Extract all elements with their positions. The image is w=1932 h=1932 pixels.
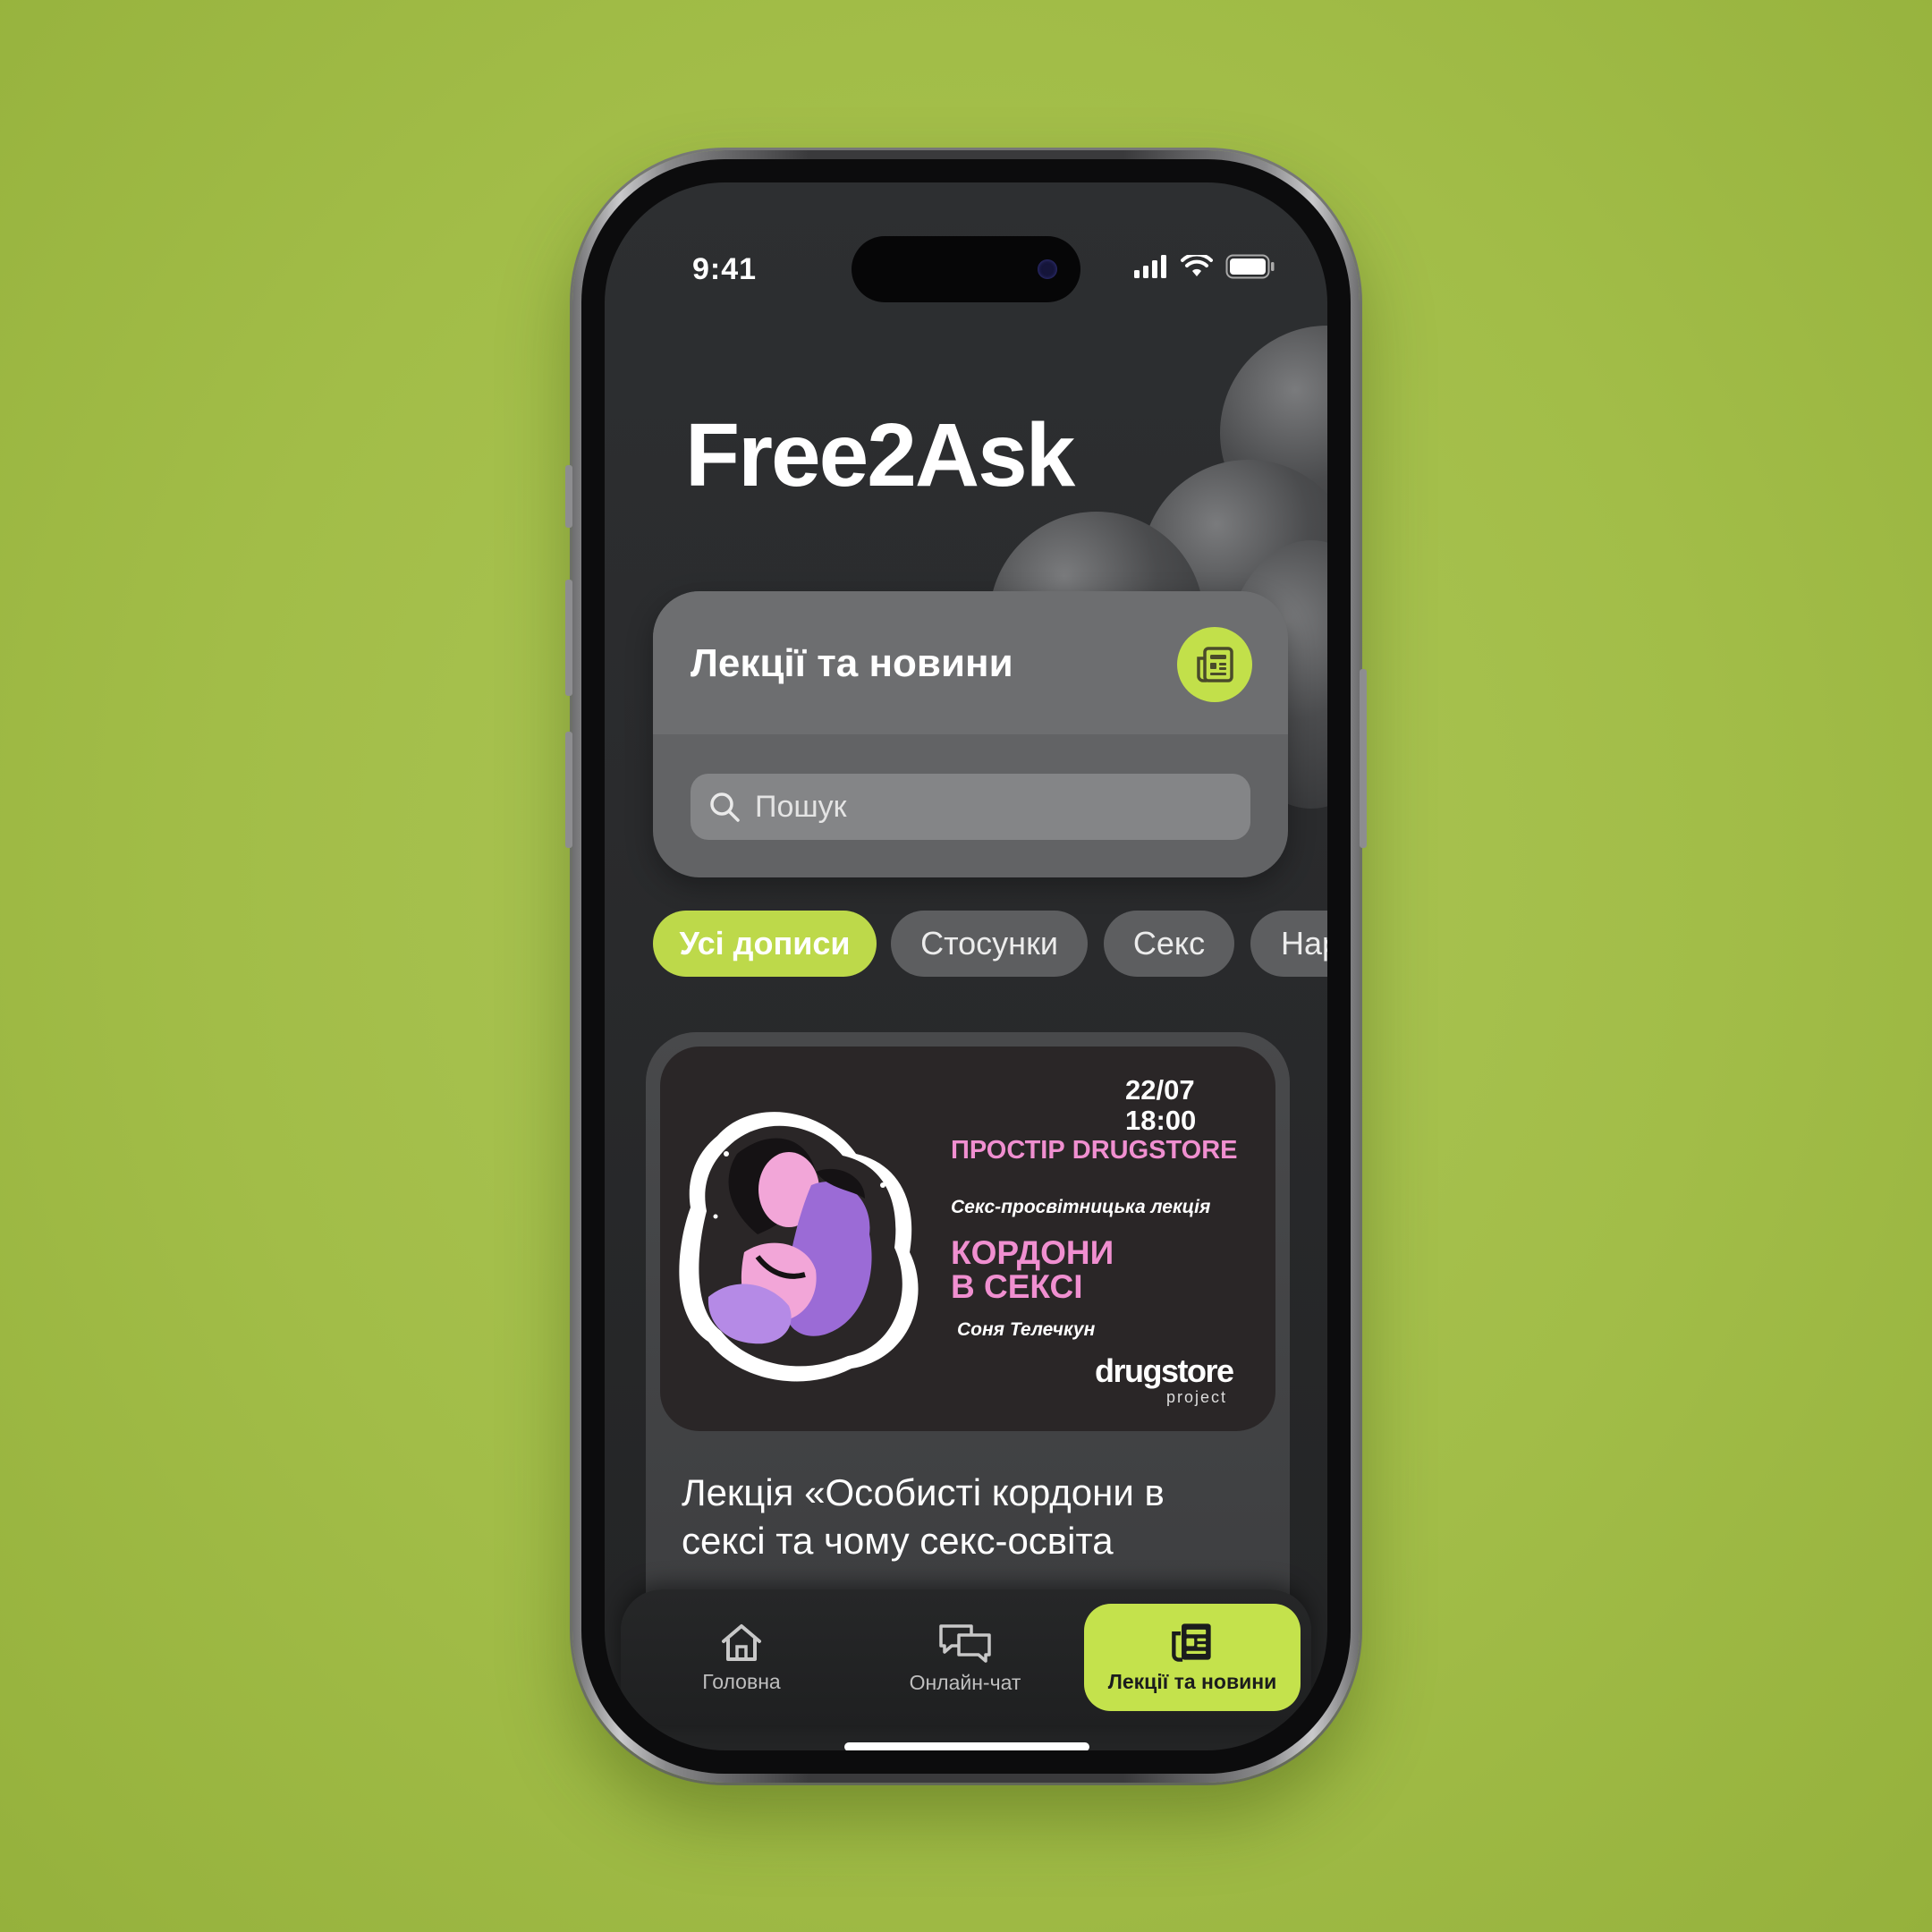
camera-dot: [1038, 259, 1057, 279]
category-chips: Усі дописи Стосунки Секс Нар: [653, 911, 1327, 979]
phone-frame: 9:41 Free2Ask Лекції та новини Пошук Усі…: [565, 150, 1367, 1783]
power-button: [1360, 669, 1367, 848]
poster-date: 22/07 18:00: [1125, 1075, 1196, 1136]
chip-relationships[interactable]: Стосунки: [891, 911, 1088, 977]
newspaper-icon[interactable]: [1177, 627, 1252, 702]
signal-icon: [1134, 255, 1166, 278]
tab-home-label: Головна: [702, 1669, 781, 1693]
battery-icon: [1225, 254, 1275, 279]
search-input[interactable]: Пошук: [691, 774, 1250, 840]
poster-logo-sub: project: [1166, 1388, 1228, 1406]
section-header-panel: Лекції та новини Пошук: [653, 591, 1288, 877]
poster-headline-line2: В СЕКСІ: [951, 1268, 1083, 1305]
volume-up-button: [565, 580, 572, 696]
tab-home[interactable]: Головна: [639, 1604, 844, 1711]
post-poster: 22/07 18:00 ПРОСТІР DRUGSTORE Секс-просв…: [660, 1046, 1275, 1431]
tab-chat-label: Онлайн-чат: [909, 1670, 1021, 1694]
search-placeholder: Пошук: [755, 789, 847, 824]
poster-venue: ПРОСТІР DRUGSTORE: [951, 1136, 1238, 1165]
search-icon: [710, 792, 740, 822]
section-title: Лекції та новини: [691, 641, 1013, 685]
post-title[interactable]: Лекція «Особисті кордони в сексі та чому…: [682, 1469, 1254, 1565]
tab-bar: Головна Онлайн-чат Лекції та новини: [621, 1589, 1311, 1725]
tab-chat[interactable]: Онлайн-чат: [862, 1604, 1068, 1711]
status-time: 9:41: [692, 252, 758, 286]
action-button: [565, 465, 572, 528]
volume-down-button: [565, 732, 572, 848]
chat-icon: [939, 1623, 991, 1663]
app-title: Free2Ask: [685, 405, 1075, 505]
poster-headline: КОРДОНИ В СЕКСІ: [951, 1236, 1114, 1304]
tab-lectures-news-label: Лекції та новини: [1107, 1669, 1277, 1693]
newspaper-icon: [1172, 1623, 1211, 1662]
home-indicator[interactable]: [844, 1742, 1089, 1750]
poster-date-time: 18:00: [1125, 1105, 1197, 1136]
screen: 9:41 Free2Ask Лекції та новини Пошук Усі…: [605, 182, 1327, 1750]
poster-date-day: 22/07: [1125, 1074, 1195, 1106]
poster-author: Соня Телечкун: [957, 1319, 1096, 1340]
chip-truncated[interactable]: Нар: [1250, 911, 1327, 977]
dynamic-island: [852, 236, 1080, 302]
chip-sex[interactable]: Секс: [1104, 911, 1234, 977]
poster-logo: drugstore: [1095, 1352, 1234, 1389]
post-card[interactable]: 22/07 18:00 ПРОСТІР DRUGSTORE Секс-просв…: [646, 1032, 1290, 1658]
chip-all-posts[interactable]: Усі дописи: [653, 911, 877, 977]
couple-sticker-illustration: [679, 1112, 919, 1382]
status-icons: [1134, 254, 1275, 279]
home-icon: [722, 1623, 761, 1661]
poster-subtitle: Секс-просвітницька лекція: [951, 1197, 1211, 1217]
tab-lectures-news[interactable]: Лекції та новини: [1084, 1604, 1301, 1711]
wifi-icon: [1181, 255, 1213, 276]
poster-headline-line1: КОРДОНИ: [951, 1234, 1114, 1271]
